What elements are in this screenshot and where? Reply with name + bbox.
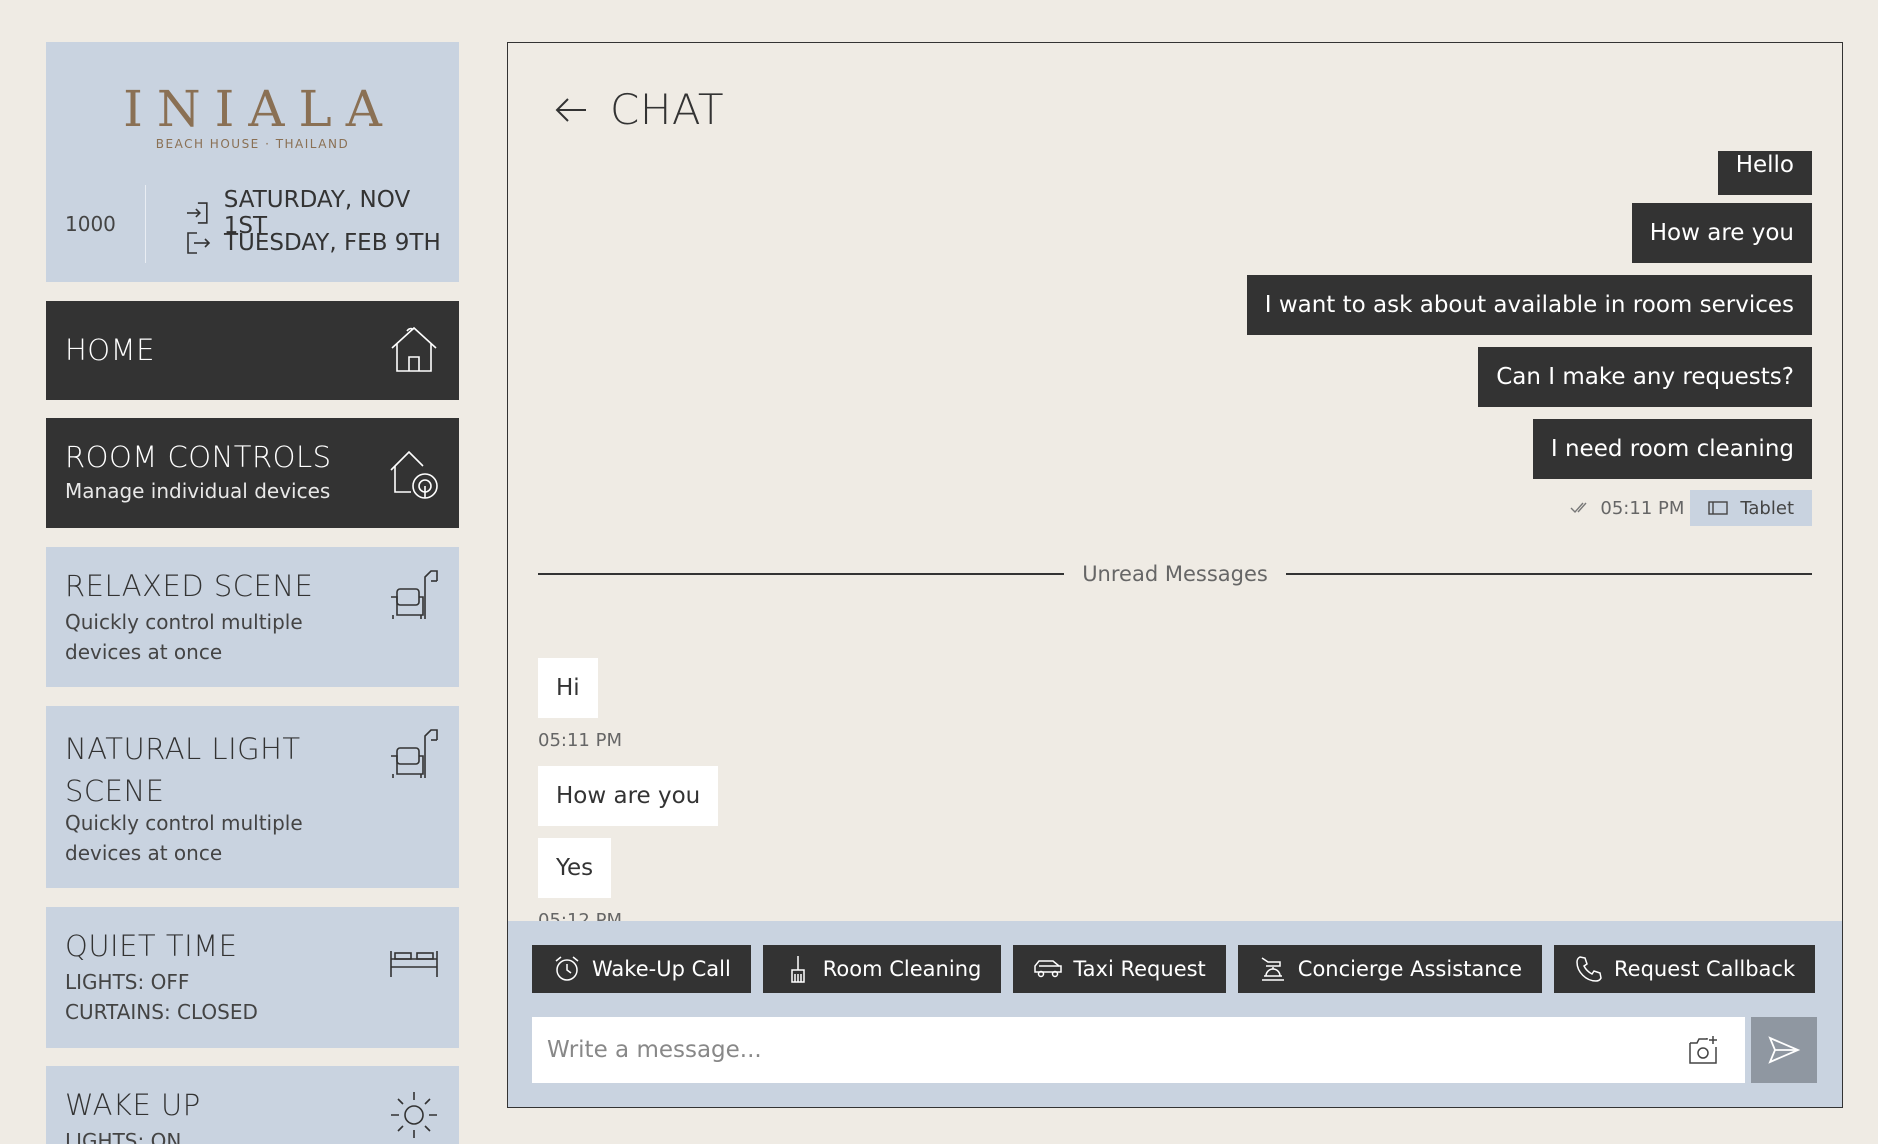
wake-up-call-button[interactable]: Wake-Up Call (532, 945, 751, 993)
page-title: CHAT (610, 85, 725, 134)
incoming-message: Yes (538, 838, 612, 898)
incoming-message: How are you (538, 766, 719, 826)
room-number: 1000 (65, 212, 116, 236)
quick-actions: Wake-Up Call Room Cleaning Taxi Request … (532, 945, 1816, 993)
outgoing-meta: 05:11 PM Tablet (1570, 490, 1812, 526)
outgoing-message: I want to ask about available in room se… (1246, 275, 1812, 335)
sidebar-item-subtitle: Manage individual devices (65, 479, 331, 503)
booking-card: INIALA BEACH HOUSE · THAILAND 1000 SATUR… (46, 42, 459, 282)
device-label: Tablet (1740, 497, 1794, 519)
outgoing-message: I need room cleaning (1532, 419, 1812, 479)
lamp-sofa-icon (391, 729, 438, 778)
sidebar-item-title: ROOM CONTROLS (65, 440, 332, 474)
chat-header: CHAT (554, 85, 724, 134)
concierge-assistance-button[interactable]: Concierge Assistance (1237, 945, 1543, 993)
double-check-icon (1570, 502, 1587, 514)
chat-panel: CHAT Hello How are you I want to ask abo… (507, 42, 1843, 1108)
back-arrow-icon[interactable] (554, 93, 588, 127)
sidebar-item-quiet-time[interactable]: QUIET TIME LIGHTS: OFF CURTAINS: CLOSED (46, 907, 459, 1048)
button-label: Concierge Assistance (1297, 957, 1523, 981)
sidebar-item-subtitle: Quickly control multiple devices at once (65, 610, 303, 664)
button-label: Wake-Up Call (592, 957, 731, 981)
lamp-sofa-icon (391, 570, 438, 619)
divider (145, 185, 146, 263)
alarm-clock-icon (555, 956, 579, 981)
home-icon (391, 326, 437, 372)
sidebar-item-title: WAKE UP (65, 1088, 201, 1122)
bed-icon (390, 951, 438, 977)
message-input[interactable] (532, 1037, 1687, 1063)
composer-area: Wake-Up Call Room Cleaning Taxi Request … (508, 921, 1842, 1107)
device-tag: Tablet (1690, 490, 1812, 526)
sun-icon (391, 1092, 437, 1138)
room-cleaning-button[interactable]: Room Cleaning (762, 945, 1002, 993)
status-curtains: CURTAINS: CLOSED (65, 1000, 258, 1024)
concierge-bell-icon (1261, 957, 1284, 981)
house-signal-icon (390, 450, 438, 499)
request-callback-button[interactable]: Request Callback (1554, 945, 1816, 993)
sidebar-item-title: RELAXED SCENE (65, 569, 314, 603)
tablet-icon (1708, 501, 1729, 515)
divider-line (538, 573, 1065, 575)
incoming-message: Hi (538, 658, 598, 718)
sidebar-item-room-controls[interactable]: ROOM CONTROLS Manage individual devices (46, 418, 459, 528)
sidebar-item-subtitle: Quickly control multiple devices at once (65, 811, 303, 865)
sidebar-item-status: LIGHTS: OFF CURTAINS: CLOSED (65, 967, 258, 1027)
message-time: 05:11 PM (538, 730, 622, 751)
check-out-icon (187, 232, 211, 254)
button-label: Taxi Request (1073, 957, 1206, 981)
button-label: Request Callback (1614, 957, 1796, 981)
camera-icon[interactable] (1687, 1033, 1721, 1067)
car-icon (1034, 960, 1063, 978)
sidebar-item-wake-up[interactable]: WAKE UP LIGHTS: ON (46, 1066, 459, 1144)
unread-divider: Unread Messages (538, 559, 1812, 589)
check-in-icon (186, 202, 208, 224)
sidebar-item-title: NATURAL LIGHT SCENE (65, 732, 301, 808)
sidebar-item-natural-light-scene[interactable]: NATURAL LIGHT SCENE Quickly control mult… (46, 706, 459, 888)
outgoing-message: Hello (1717, 151, 1812, 195)
check-out-date: TUESDAY, FEB 9TH (224, 230, 441, 256)
brand-subtitle: BEACH HOUSE · THAILAND (155, 137, 350, 151)
broom-icon (791, 956, 805, 983)
outgoing-message: How are you (1631, 203, 1812, 263)
message-time-text: 05:11 PM (1600, 497, 1685, 519)
taxi-request-button[interactable]: Taxi Request (1013, 945, 1226, 993)
sidebar-item-relaxed-scene[interactable]: RELAXED SCENE Quickly control multiple d… (46, 547, 459, 687)
unread-label: Unread Messages (1082, 562, 1268, 586)
message-time: 05:11 PM (1570, 498, 1684, 519)
sidebar: INIALA BEACH HOUSE · THAILAND 1000 SATUR… (46, 42, 459, 1144)
check-out-row: TUESDAY, FEB 9TH (184, 229, 441, 257)
send-button[interactable] (1751, 1017, 1817, 1083)
outgoing-message: Can I make any requests? (1478, 347, 1812, 407)
status-lights: LIGHTS: OFF (65, 970, 190, 994)
brand-logo: INIALA (123, 80, 396, 138)
button-label: Room Cleaning (822, 957, 982, 981)
phone-icon (1576, 956, 1602, 982)
message-input-box (532, 1017, 1745, 1083)
message-list[interactable]: Hello How are you I want to ask about av… (538, 151, 1812, 965)
sidebar-item-title: HOME (65, 333, 155, 367)
sidebar-item-home[interactable]: HOME (46, 301, 459, 400)
divider-line (1285, 573, 1812, 575)
sidebar-item-status: LIGHTS: ON (65, 1129, 182, 1144)
sidebar-item-title: QUIET TIME (65, 929, 238, 963)
send-icon (1768, 1036, 1801, 1064)
